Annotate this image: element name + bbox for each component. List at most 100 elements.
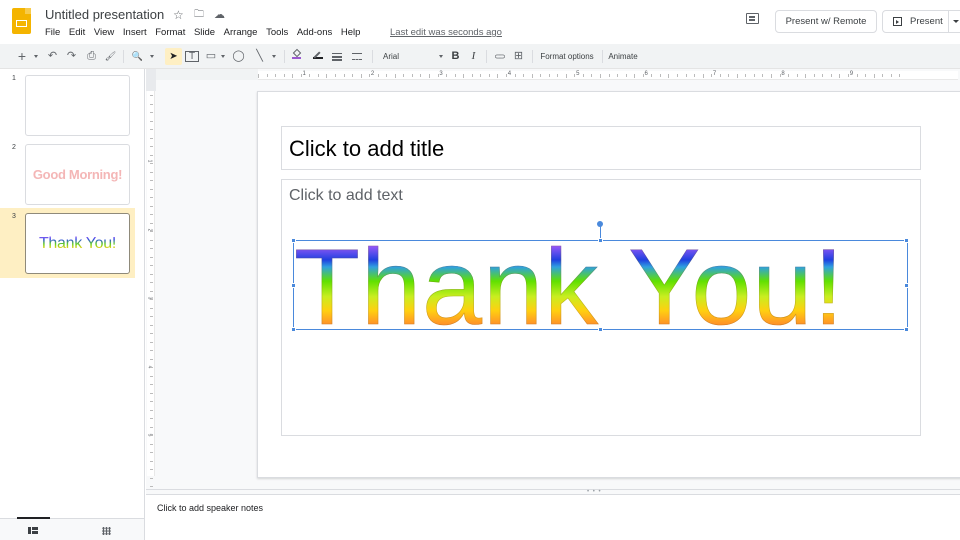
new-slide-dropdown-icon[interactable] (32, 48, 40, 65)
ruler-tick (728, 74, 730, 77)
body-placeholder[interactable]: Click to add text Thank You! (281, 179, 921, 436)
ruler-tick (343, 74, 345, 77)
resize-handle-nw[interactable] (291, 238, 296, 243)
move-folder-icon[interactable]: 🗀 (194, 8, 204, 22)
ruler-tick (420, 74, 422, 77)
ruler-tick (150, 375, 153, 377)
ruler-tick (480, 74, 482, 77)
ruler-tick (514, 74, 516, 77)
slide-preview[interactable] (25, 75, 130, 136)
horizontal-ruler[interactable]: 1 2 3 4 5 6 7 8 9 (258, 71, 958, 80)
ruler-tick (150, 443, 153, 445)
line-icon[interactable]: ╲ (253, 48, 266, 65)
menu-view[interactable]: View (94, 27, 114, 38)
border-color-icon[interactable] (311, 48, 324, 65)
resize-handle-se[interactable] (904, 327, 909, 332)
ruler-tick (150, 426, 153, 428)
menu-arrange[interactable]: Arrange (224, 27, 258, 38)
resize-handle-s[interactable] (598, 327, 603, 332)
slide-preview[interactable]: Good Morning! (25, 144, 130, 205)
border-weight-icon[interactable] (331, 48, 343, 65)
ruler-tick (830, 74, 832, 77)
slide-canvas[interactable]: Click to add title Click to add text Tha… (257, 91, 960, 478)
border-dash-icon[interactable] (351, 48, 363, 65)
redo-icon[interactable]: ↷ (65, 48, 78, 65)
insert-link-icon[interactable]: ⊂⊃ (492, 48, 506, 65)
resize-handle-e[interactable] (904, 283, 909, 288)
ruler-tick (150, 367, 153, 368)
filmstrip-view-icon[interactable] (28, 527, 38, 534)
text-box-icon[interactable]: T (185, 51, 199, 62)
shape-icon[interactable]: ◯ (232, 48, 245, 65)
present-with-remote-button[interactable]: Present w/ Remote (775, 10, 877, 33)
rotate-handle[interactable] (597, 221, 603, 227)
zoom-icon[interactable]: 🔍 (131, 48, 144, 65)
font-family-select[interactable]: Arial (383, 48, 443, 65)
present-button[interactable]: Present (882, 10, 960, 33)
wordart-selection-box[interactable]: Thank You! (291, 221, 909, 346)
ruler-label: 7 (712, 71, 717, 77)
speaker-notes[interactable]: Click to add speaker notes (146, 495, 960, 540)
slide-preview[interactable]: Thank You! (25, 213, 130, 274)
star-icon[interactable]: ☆ (173, 8, 184, 22)
ruler-tick (890, 74, 892, 77)
ruler-tick (150, 392, 153, 394)
slide-thumbnail-2[interactable]: 2 Good Morning! (0, 139, 135, 209)
italic-button[interactable]: I (468, 48, 479, 65)
ruler-tick (899, 74, 901, 77)
ruler-tick (317, 74, 319, 77)
fill-color-icon[interactable] (290, 48, 303, 65)
line-dropdown-icon[interactable] (270, 48, 278, 65)
new-slide-icon[interactable]: + (16, 48, 28, 65)
print-icon[interactable]: ⎙ (85, 48, 98, 65)
slides-logo-icon[interactable] (12, 8, 31, 34)
play-icon (893, 17, 902, 26)
select-tool-icon[interactable]: ➤ (165, 48, 182, 65)
menu-insert[interactable]: Insert (123, 27, 147, 38)
add-comment-icon[interactable]: ⊞ (512, 48, 525, 65)
image-icon[interactable]: ▭ (205, 48, 217, 65)
resize-handle-n[interactable] (598, 238, 603, 243)
ruler-label: 3 (439, 71, 443, 77)
image-dropdown-icon[interactable] (219, 48, 227, 65)
menu-add-ons[interactable]: Add-ons (297, 27, 332, 38)
paint-format-icon[interactable]: 🖌 (104, 48, 117, 65)
menu-edit[interactable]: Edit (69, 27, 85, 38)
ruler-tick (150, 188, 153, 190)
ruler-tick (150, 265, 153, 266)
ruler-tick (497, 74, 499, 78)
bold-button[interactable]: B (450, 48, 461, 65)
zoom-dropdown-icon[interactable] (148, 48, 156, 65)
ruler-tick (150, 307, 153, 309)
ruler-tick (150, 299, 153, 300)
active-tab-indicator (17, 517, 50, 519)
document-title[interactable]: Untitled presentation (45, 7, 164, 22)
undo-icon[interactable]: ↶ (46, 48, 59, 65)
last-edit-link[interactable]: Last edit was seconds ago (390, 27, 502, 38)
ruler-tick (788, 74, 790, 77)
ruler-tick (548, 74, 550, 77)
menu-slide[interactable]: Slide (194, 27, 215, 38)
resize-handle-sw[interactable] (291, 327, 296, 332)
grid-view-icon[interactable] (102, 527, 111, 535)
menu-help[interactable]: Help (341, 27, 361, 38)
menu-format[interactable]: Format (155, 27, 185, 38)
comments-icon[interactable] (746, 13, 759, 24)
animate-button[interactable]: Animate (606, 48, 640, 65)
vertical-ruler[interactable]: 12345 (146, 91, 155, 496)
slide-thumbnail-1[interactable]: 1 (0, 70, 135, 140)
wordart-text[interactable]: Thank You! (294, 227, 934, 346)
cloud-status-icon[interactable]: ☁ (214, 8, 225, 22)
menu-tools[interactable]: Tools (266, 27, 288, 38)
resize-handle-w[interactable] (291, 283, 296, 288)
format-options-button[interactable]: Format options (537, 48, 597, 65)
title-placeholder[interactable]: Click to add title (281, 126, 921, 170)
ruler-tick (150, 137, 153, 139)
ruler-tick (762, 74, 764, 77)
ruler-tick (463, 74, 465, 78)
ruler-tick (352, 74, 354, 77)
menu-file[interactable]: File (45, 27, 60, 38)
slide-thumbnail-3[interactable]: 3 Thank You! (0, 208, 135, 278)
resize-handle-ne[interactable] (904, 238, 909, 243)
present-dropdown-icon[interactable] (953, 20, 959, 23)
